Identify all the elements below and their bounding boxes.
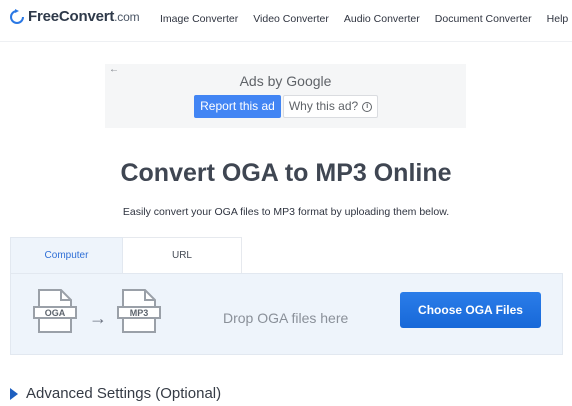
caret-right-icon: [10, 387, 18, 400]
why-this-ad-label: Why this ad?: [288, 99, 359, 113]
tab-computer[interactable]: Computer: [10, 237, 123, 273]
nav-video-converter[interactable]: Video Converter: [253, 13, 329, 25]
drop-files-text: Drop OGA files here: [223, 310, 349, 326]
logo-text: FreeConvert.com: [28, 8, 140, 25]
tab-url[interactable]: URL: [123, 237, 242, 273]
refresh-icon: [10, 8, 24, 25]
page-subtitle: Easily convert your OGA files to MP3 for…: [122, 206, 450, 218]
freeconvert-logo[interactable]: FreeConvert.com: [10, 8, 140, 25]
advanced-settings-toggle[interactable]: Advanced Settings (Optional): [10, 385, 221, 402]
nav-document-converter[interactable]: Document Converter: [435, 13, 532, 25]
nav-audio-converter[interactable]: Audio Converter: [344, 13, 420, 25]
mp3-file-icon: MP3: [117, 288, 161, 334]
ad-buttons: Report this ad Why this ad? i: [194, 95, 378, 118]
file-drop-zone[interactable]: OGA → MP3 Drop OGA files here Choose OGA…: [10, 273, 563, 355]
ad-container: ← Ads by Google Report this ad Why this …: [105, 64, 466, 128]
source-tabs: Computer URL: [10, 237, 242, 273]
main-nav: Image Converter Video Converter Audio Co…: [160, 13, 568, 25]
page-title: Convert OGA to MP3 Online: [120, 159, 452, 187]
oga-format-label: OGA: [33, 306, 77, 319]
mp3-format-label: MP3: [117, 306, 161, 319]
info-icon: i: [362, 101, 373, 112]
advanced-settings-label: Advanced Settings (Optional): [26, 385, 222, 402]
oga-file-icon: OGA: [33, 288, 77, 334]
site-header: FreeConvert.com Image Converter Video Co…: [0, 0, 572, 42]
ads-by-google-label: Ads by Google: [239, 73, 332, 89]
right-arrow-icon: →: [89, 308, 107, 328]
nav-help[interactable]: Help: [547, 13, 569, 25]
nav-image-converter[interactable]: Image Converter: [160, 13, 238, 25]
why-this-ad-button[interactable]: Why this ad? i: [283, 95, 378, 118]
report-ad-button[interactable]: Report this ad: [194, 95, 281, 118]
choose-files-button[interactable]: Choose OGA Files: [400, 292, 541, 328]
